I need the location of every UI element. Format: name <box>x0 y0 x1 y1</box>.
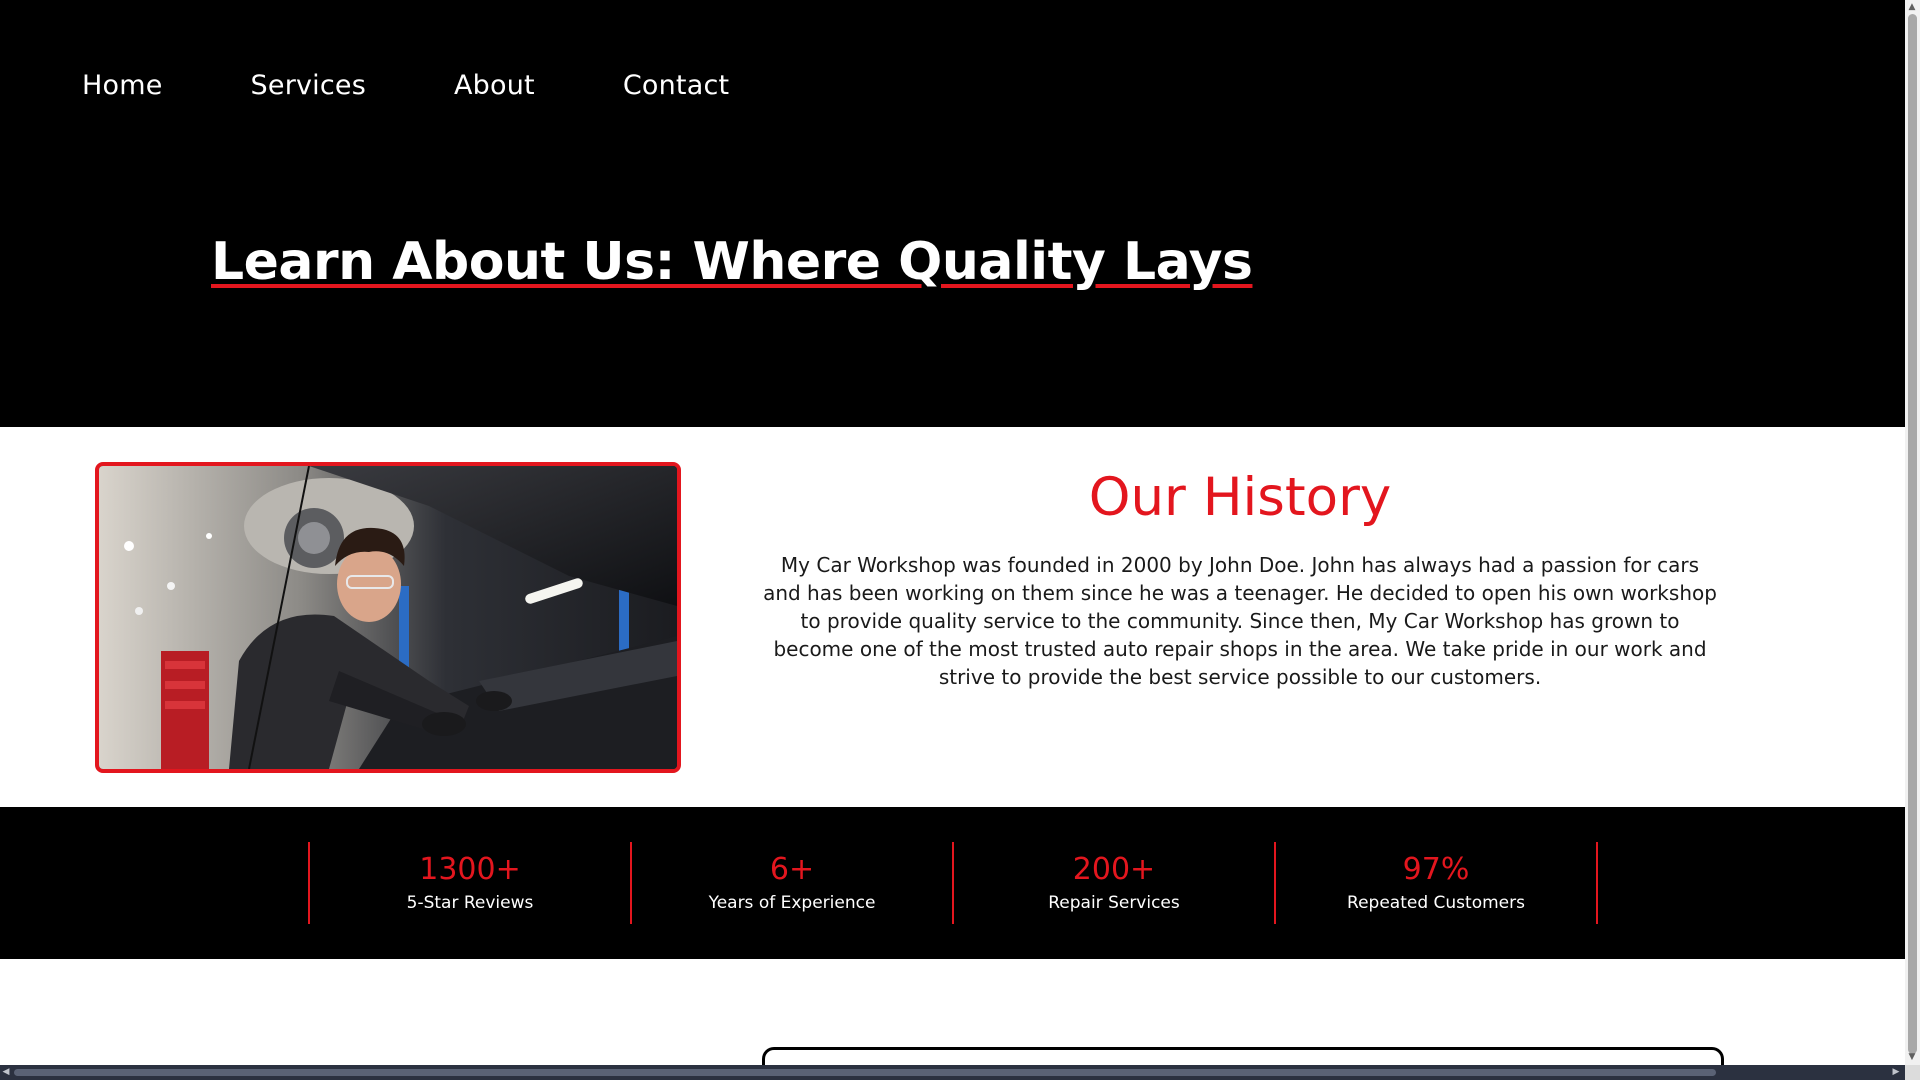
main-nav: Home Services About Contact <box>82 70 817 101</box>
content-card <box>762 1047 1724 1065</box>
horizontal-scroll-thumb[interactable] <box>14 1069 1716 1076</box>
stat-repeated-customers: 97% Repeated Customers <box>1275 842 1597 924</box>
history-title: Our History <box>1088 467 1392 528</box>
page-title: Learn About Us: Where Quality Lays <box>211 232 1253 292</box>
nav-link-contact[interactable]: Contact <box>623 70 729 101</box>
stat-value: 200+ <box>1072 852 1156 887</box>
stat-label: Repeated Customers <box>1347 893 1525 913</box>
stat-divider <box>1596 842 1598 924</box>
stat-label: Repair Services <box>1048 893 1180 913</box>
scrollbar-corner <box>1905 1065 1920 1080</box>
nav-link-services[interactable]: Services <box>251 70 366 101</box>
scroll-down-icon[interactable]: ▼ <box>1906 1050 1918 1065</box>
stat-label: 5-Star Reviews <box>406 893 534 913</box>
scroll-up-icon[interactable]: ▲ <box>1906 0 1918 15</box>
stat-label: Years of Experience <box>708 893 876 913</box>
lower-section <box>0 959 1905 1065</box>
page-viewport: Home Services About Contact Learn About … <box>0 0 1905 1065</box>
vertical-scrollbar[interactable]: ▲ ▼ <box>1905 0 1920 1065</box>
stat-value: 6+ <box>769 852 815 887</box>
stat-repair-services: 200+ Repair Services <box>953 842 1275 924</box>
history-section: Our History My Car Workshop was founded … <box>0 427 1905 807</box>
stat-experience: 6+ Years of Experience <box>631 842 953 924</box>
mechanic-photo <box>95 462 681 773</box>
history-text: My Car Workshop was founded in 2000 by J… <box>763 553 1717 689</box>
vertical-scroll-thumb[interactable] <box>1908 14 1917 1054</box>
hero-header: Home Services About Contact Learn About … <box>0 0 1905 427</box>
scroll-right-icon[interactable]: ▶ <box>1890 1065 1902 1080</box>
horizontal-scrollbar[interactable]: ◀ ▶ <box>0 1065 1905 1080</box>
nav-link-home[interactable]: Home <box>82 70 163 101</box>
stats-band: 1300+ 5-Star Reviews 6+ Years of Experie… <box>0 807 1905 959</box>
stat-value: 97% <box>1402 852 1470 887</box>
nav-link-about[interactable]: About <box>454 70 535 101</box>
stat-value: 1300+ <box>419 852 521 887</box>
mechanic-photo-illustration <box>99 466 677 769</box>
scroll-left-icon[interactable]: ◀ <box>0 1065 12 1080</box>
stat-reviews: 1300+ 5-Star Reviews <box>309 842 631 924</box>
